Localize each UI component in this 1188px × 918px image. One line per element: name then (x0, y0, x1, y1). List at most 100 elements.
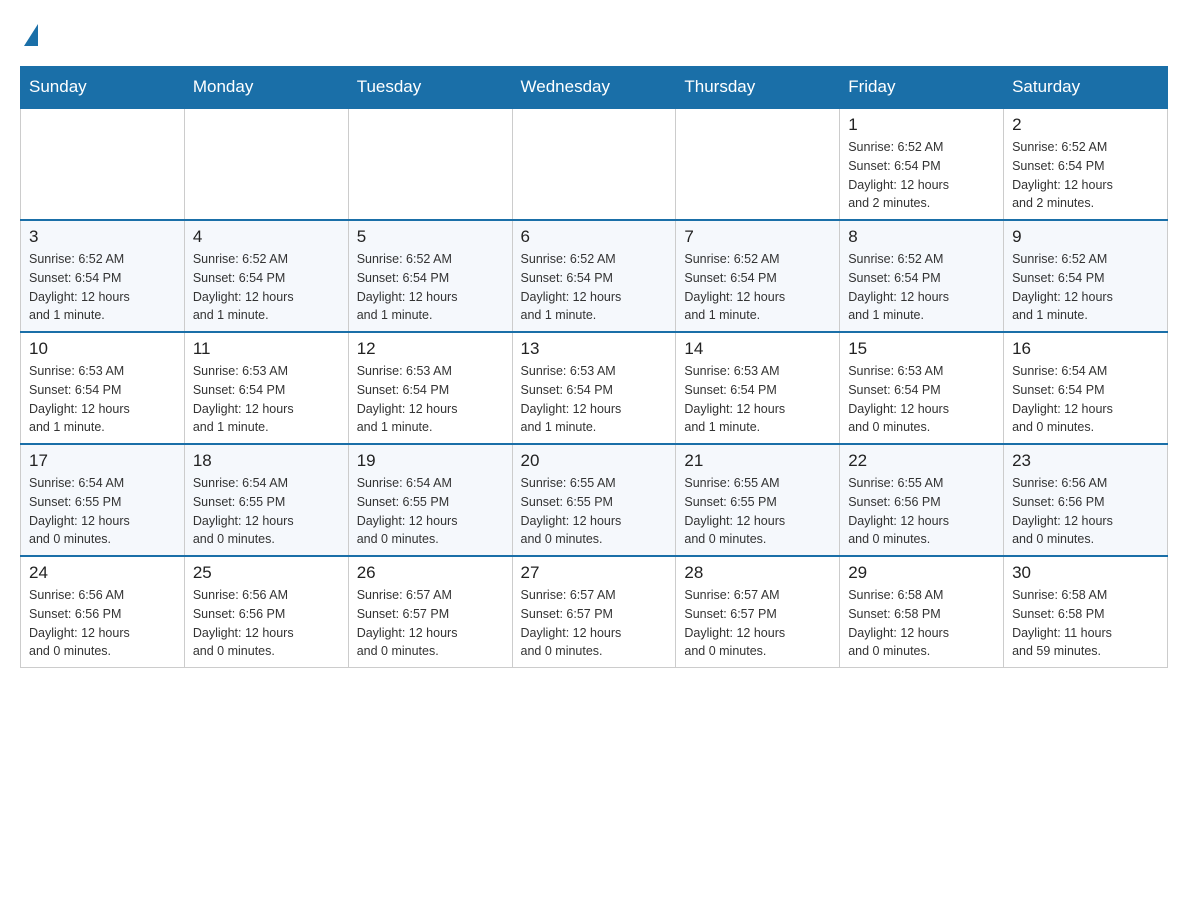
calendar-cell-2-6: 16 Sunrise: 6:54 AM Sunset: 6:54 PM Dayli… (1004, 332, 1168, 444)
day-number: 16 (1012, 339, 1159, 359)
week-row-2: 3 Sunrise: 6:52 AM Sunset: 6:54 PM Daylig… (21, 220, 1168, 332)
day-info: Sunrise: 6:56 AM Sunset: 6:56 PM Dayligh… (29, 586, 176, 661)
calendar-cell-3-2: 19 Sunrise: 6:54 AM Sunset: 6:55 PM Dayli… (348, 444, 512, 556)
calendar-cell-2-0: 10 Sunrise: 6:53 AM Sunset: 6:54 PM Dayli… (21, 332, 185, 444)
day-number: 9 (1012, 227, 1159, 247)
day-info: Sunrise: 6:57 AM Sunset: 6:57 PM Dayligh… (357, 586, 504, 661)
calendar-cell-1-5: 8Sunrise: 6:52 AM Sunset: 6:54 PM Daylig… (840, 220, 1004, 332)
day-info: Sunrise: 6:53 AM Sunset: 6:54 PM Dayligh… (521, 362, 668, 437)
calendar-cell-2-1: 11Sunrise: 6:53 AM Sunset: 6:54 PM Dayli… (184, 332, 348, 444)
day-number: 10 (29, 339, 176, 359)
week-row-3: 10 Sunrise: 6:53 AM Sunset: 6:54 PM Dayli… (21, 332, 1168, 444)
calendar-cell-3-6: 23 Sunrise: 6:56 AM Sunset: 6:56 PM Dayli… (1004, 444, 1168, 556)
day-number: 13 (521, 339, 668, 359)
day-info: Sunrise: 6:53 AM Sunset: 6:54 PM Dayligh… (29, 362, 176, 437)
day-info: Sunrise: 6:53 AM Sunset: 6:54 PM Dayligh… (357, 362, 504, 437)
weekday-header-row: SundayMondayTuesdayWednesdayThursdayFrid… (21, 67, 1168, 109)
calendar-cell-3-0: 17 Sunrise: 6:54 AM Sunset: 6:55 PM Dayli… (21, 444, 185, 556)
day-number: 17 (29, 451, 176, 471)
calendar-cell-3-5: 22 Sunrise: 6:55 AM Sunset: 6:56 PM Dayli… (840, 444, 1004, 556)
header-sunday: Sunday (21, 67, 185, 109)
day-number: 5 (357, 227, 504, 247)
day-info: Sunrise: 6:55 AM Sunset: 6:55 PM Dayligh… (521, 474, 668, 549)
day-info: Sunrise: 6:54 AM Sunset: 6:55 PM Dayligh… (29, 474, 176, 549)
day-number: 27 (521, 563, 668, 583)
logo (20, 20, 38, 46)
calendar-cell-1-2: 5 Sunrise: 6:52 AM Sunset: 6:54 PM Daylig… (348, 220, 512, 332)
day-number: 14 (684, 339, 831, 359)
calendar-cell-4-6: 30 Sunrise: 6:58 AM Sunset: 6:58 PM Dayli… (1004, 556, 1168, 668)
day-number: 19 (357, 451, 504, 471)
day-info: Sunrise: 6:52 AM Sunset: 6:54 PM Dayligh… (848, 250, 995, 325)
day-info: Sunrise: 6:54 AM Sunset: 6:55 PM Dayligh… (357, 474, 504, 549)
header-friday: Friday (840, 67, 1004, 109)
day-info: Sunrise: 6:58 AM Sunset: 6:58 PM Dayligh… (1012, 586, 1159, 661)
day-number: 29 (848, 563, 995, 583)
calendar-cell-0-5: 1 Sunrise: 6:52 AM Sunset: 6:54 PM Daylig… (840, 108, 1004, 220)
day-info: Sunrise: 6:54 AM Sunset: 6:55 PM Dayligh… (193, 474, 340, 549)
day-info: Sunrise: 6:52 AM Sunset: 6:54 PM Dayligh… (848, 138, 995, 213)
day-number: 18 (193, 451, 340, 471)
week-row-5: 24 Sunrise: 6:56 AM Sunset: 6:56 PM Dayli… (21, 556, 1168, 668)
day-info: Sunrise: 6:55 AM Sunset: 6:56 PM Dayligh… (848, 474, 995, 549)
day-number: 3 (29, 227, 176, 247)
day-info: Sunrise: 6:57 AM Sunset: 6:57 PM Dayligh… (684, 586, 831, 661)
week-row-1: 1 Sunrise: 6:52 AM Sunset: 6:54 PM Daylig… (21, 108, 1168, 220)
header-wednesday: Wednesday (512, 67, 676, 109)
day-info: Sunrise: 6:55 AM Sunset: 6:55 PM Dayligh… (684, 474, 831, 549)
day-info: Sunrise: 6:52 AM Sunset: 6:54 PM Dayligh… (193, 250, 340, 325)
calendar-cell-3-3: 20 Sunrise: 6:55 AM Sunset: 6:55 PM Dayli… (512, 444, 676, 556)
day-number: 21 (684, 451, 831, 471)
day-number: 22 (848, 451, 995, 471)
calendar-cell-1-3: 6Sunrise: 6:52 AM Sunset: 6:54 PM Daylig… (512, 220, 676, 332)
calendar-cell-1-4: 7 Sunrise: 6:52 AM Sunset: 6:54 PM Daylig… (676, 220, 840, 332)
logo-triangle-icon (24, 24, 38, 46)
header-thursday: Thursday (676, 67, 840, 109)
day-info: Sunrise: 6:57 AM Sunset: 6:57 PM Dayligh… (521, 586, 668, 661)
day-info: Sunrise: 6:58 AM Sunset: 6:58 PM Dayligh… (848, 586, 995, 661)
day-info: Sunrise: 6:53 AM Sunset: 6:54 PM Dayligh… (848, 362, 995, 437)
day-info: Sunrise: 6:52 AM Sunset: 6:54 PM Dayligh… (521, 250, 668, 325)
calendar-cell-3-4: 21 Sunrise: 6:55 AM Sunset: 6:55 PM Dayli… (676, 444, 840, 556)
day-info: Sunrise: 6:52 AM Sunset: 6:54 PM Dayligh… (684, 250, 831, 325)
calendar-cell-0-6: 2 Sunrise: 6:52 AM Sunset: 6:54 PM Daylig… (1004, 108, 1168, 220)
day-number: 24 (29, 563, 176, 583)
day-info: Sunrise: 6:52 AM Sunset: 6:54 PM Dayligh… (1012, 250, 1159, 325)
day-number: 12 (357, 339, 504, 359)
calendar-table: SundayMondayTuesdayWednesdayThursdayFrid… (20, 66, 1168, 668)
day-number: 11 (193, 339, 340, 359)
day-number: 28 (684, 563, 831, 583)
day-info: Sunrise: 6:53 AM Sunset: 6:54 PM Dayligh… (684, 362, 831, 437)
header-tuesday: Tuesday (348, 67, 512, 109)
day-info: Sunrise: 6:52 AM Sunset: 6:54 PM Dayligh… (29, 250, 176, 325)
day-number: 20 (521, 451, 668, 471)
calendar-cell-4-5: 29 Sunrise: 6:58 AM Sunset: 6:58 PM Dayli… (840, 556, 1004, 668)
day-info: Sunrise: 6:56 AM Sunset: 6:56 PM Dayligh… (1012, 474, 1159, 549)
calendar-cell-2-4: 14 Sunrise: 6:53 AM Sunset: 6:54 PM Dayli… (676, 332, 840, 444)
calendar-cell-4-4: 28 Sunrise: 6:57 AM Sunset: 6:57 PM Dayli… (676, 556, 840, 668)
day-info: Sunrise: 6:52 AM Sunset: 6:54 PM Dayligh… (1012, 138, 1159, 213)
day-number: 25 (193, 563, 340, 583)
day-number: 23 (1012, 451, 1159, 471)
day-info: Sunrise: 6:56 AM Sunset: 6:56 PM Dayligh… (193, 586, 340, 661)
calendar-cell-0-4 (676, 108, 840, 220)
calendar-cell-0-1 (184, 108, 348, 220)
calendar-cell-2-3: 13 Sunrise: 6:53 AM Sunset: 6:54 PM Dayli… (512, 332, 676, 444)
day-number: 1 (848, 115, 995, 135)
day-number: 30 (1012, 563, 1159, 583)
page-header (20, 20, 1168, 46)
day-number: 15 (848, 339, 995, 359)
day-info: Sunrise: 6:52 AM Sunset: 6:54 PM Dayligh… (357, 250, 504, 325)
day-number: 26 (357, 563, 504, 583)
day-number: 4 (193, 227, 340, 247)
calendar-cell-1-1: 4 Sunrise: 6:52 AM Sunset: 6:54 PM Daylig… (184, 220, 348, 332)
calendar-cell-3-1: 18 Sunrise: 6:54 AM Sunset: 6:55 PM Dayli… (184, 444, 348, 556)
week-row-4: 17 Sunrise: 6:54 AM Sunset: 6:55 PM Dayli… (21, 444, 1168, 556)
day-info: Sunrise: 6:54 AM Sunset: 6:54 PM Dayligh… (1012, 362, 1159, 437)
day-number: 2 (1012, 115, 1159, 135)
calendar-cell-4-1: 25 Sunrise: 6:56 AM Sunset: 6:56 PM Dayli… (184, 556, 348, 668)
calendar-cell-0-2 (348, 108, 512, 220)
header-saturday: Saturday (1004, 67, 1168, 109)
calendar-cell-4-0: 24 Sunrise: 6:56 AM Sunset: 6:56 PM Dayli… (21, 556, 185, 668)
day-number: 7 (684, 227, 831, 247)
